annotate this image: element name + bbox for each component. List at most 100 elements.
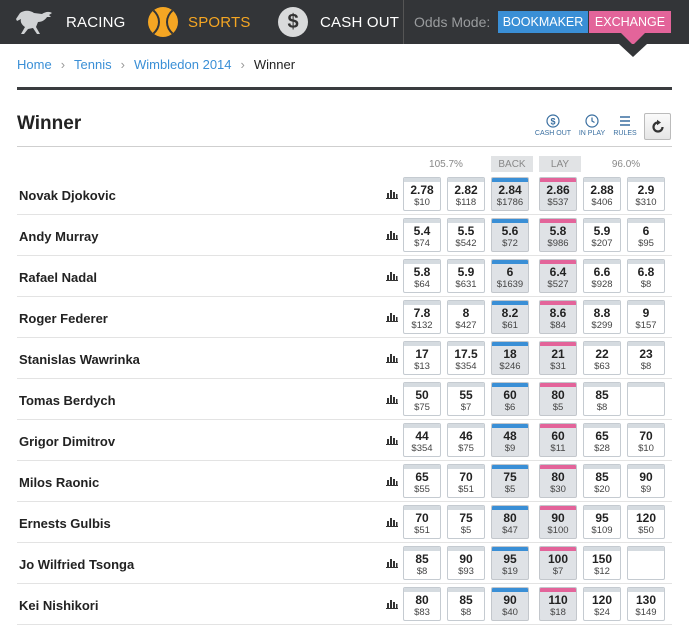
- runner-row: Stanislas Wawrinka 17 $13 17.5 $354 18 $246 21 $…: [17, 338, 672, 379]
- price-indicator-bar: [492, 219, 528, 223]
- best-lay-price-button[interactable]: 100 $7: [539, 546, 577, 580]
- best-lay-price-button[interactable]: 60 $11: [539, 423, 577, 457]
- breadcrumb-home[interactable]: Home: [17, 57, 52, 72]
- cashout-tool-button[interactable]: $ CASH OUT: [533, 114, 573, 137]
- lay-price-2-button[interactable]: 150 $12: [583, 546, 621, 580]
- lay-price-2-button[interactable]: 8.8 $299: [583, 300, 621, 334]
- nav-racing[interactable]: RACING: [14, 0, 126, 44]
- back-price-3-button[interactable]: 50 $75: [403, 382, 441, 416]
- odds-value: 6.8: [637, 265, 655, 279]
- price-indicator-bar: [584, 342, 620, 346]
- lay-price-3-button[interactable]: [627, 382, 665, 416]
- back-price-3-button[interactable]: 17 $13: [403, 341, 441, 375]
- back-price-3-button[interactable]: 44 $354: [403, 423, 441, 457]
- exchange-toggle-button[interactable]: EXCHANGE: [589, 11, 671, 33]
- odds-value: 5.5: [457, 224, 475, 238]
- price-chart-icon[interactable]: [386, 476, 398, 486]
- back-price-3-button[interactable]: 85 $8: [403, 546, 441, 580]
- price-chart-icon[interactable]: [386, 435, 398, 445]
- breadcrumb-tennis[interactable]: Tennis: [74, 57, 112, 72]
- rules-tool-button[interactable]: RULES: [610, 114, 640, 137]
- price-chart-icon[interactable]: [386, 599, 398, 609]
- lay-price-2-button[interactable]: 22 $63: [583, 341, 621, 375]
- inplay-tool-button[interactable]: IN PLAY: [576, 114, 608, 137]
- lay-price-3-button[interactable]: 120 $50: [627, 505, 665, 539]
- price-chart-icon[interactable]: [386, 558, 398, 568]
- available-amount: $354: [455, 361, 477, 372]
- best-back-price-button[interactable]: 8.2 $61: [491, 300, 529, 334]
- best-lay-price-button[interactable]: 90 $100: [539, 505, 577, 539]
- best-lay-price-button[interactable]: 2.86 $537: [539, 177, 577, 211]
- best-lay-price-button[interactable]: 8.6 $84: [539, 300, 577, 334]
- lay-price-3-button[interactable]: 9 $157: [627, 300, 665, 334]
- lay-price-3-button[interactable]: 23 $8: [627, 341, 665, 375]
- bookmaker-toggle-button[interactable]: BOOKMAKER: [498, 11, 588, 33]
- back-price-2-button[interactable]: 75 $5: [447, 505, 485, 539]
- nav-sports[interactable]: SPORTS: [148, 0, 251, 44]
- best-back-price-button[interactable]: 95 $19: [491, 546, 529, 580]
- best-back-price-button[interactable]: 75 $5: [491, 464, 529, 498]
- odds-value: 80: [415, 593, 429, 607]
- best-lay-price-button[interactable]: 110 $18: [539, 587, 577, 621]
- back-price-2-button[interactable]: 55 $7: [447, 382, 485, 416]
- best-back-price-button[interactable]: 5.6 $72: [491, 218, 529, 252]
- lay-price-2-button[interactable]: 85 $8: [583, 382, 621, 416]
- best-lay-price-button[interactable]: 80 $5: [539, 382, 577, 416]
- best-back-price-button[interactable]: 60 $6: [491, 382, 529, 416]
- available-amount: $5: [460, 525, 472, 536]
- price-chart-icon[interactable]: [386, 189, 398, 199]
- price-indicator-bar: [404, 301, 440, 305]
- price-chart-icon[interactable]: [386, 353, 398, 363]
- price-chart-icon[interactable]: [386, 394, 398, 404]
- price-indicator-bar: [584, 547, 620, 551]
- back-price-2-button[interactable]: 17.5 $354: [447, 341, 485, 375]
- best-back-price-button[interactable]: 48 $9: [491, 423, 529, 457]
- lay-price-3-button[interactable]: 2.9 $310: [627, 177, 665, 211]
- back-price-2-button[interactable]: 46 $75: [447, 423, 485, 457]
- price-chart-icon[interactable]: [386, 230, 398, 240]
- back-price-2-button[interactable]: 8 $427: [447, 300, 485, 334]
- best-lay-price-button[interactable]: 5.8 $986: [539, 218, 577, 252]
- price-indicator-bar: [540, 342, 576, 346]
- price-chart-icon[interactable]: [386, 312, 398, 322]
- lay-price-3-button[interactable]: 90 $9: [627, 464, 665, 498]
- lay-price-2-button[interactable]: 95 $109: [583, 505, 621, 539]
- back-price-3-button[interactable]: 70 $51: [403, 505, 441, 539]
- lay-price-2-button[interactable]: 65 $28: [583, 423, 621, 457]
- back-price-2-button[interactable]: 70 $51: [447, 464, 485, 498]
- back-price-2-button[interactable]: 5.9 $631: [447, 259, 485, 293]
- lay-price-2-button[interactable]: 2.88 $406: [583, 177, 621, 211]
- best-back-price-button[interactable]: 90 $40: [491, 587, 529, 621]
- price-chart-icon[interactable]: [386, 517, 398, 527]
- lay-price-3-button[interactable]: 130 $149: [627, 587, 665, 621]
- back-price-2-button[interactable]: 90 $93: [447, 546, 485, 580]
- best-back-price-button[interactable]: 80 $47: [491, 505, 529, 539]
- best-back-price-button[interactable]: 18 $246: [491, 341, 529, 375]
- back-price-3-button[interactable]: 65 $55: [403, 464, 441, 498]
- breadcrumb-wimbledon[interactable]: Wimbledon 2014: [134, 57, 232, 72]
- back-price-2-button[interactable]: 85 $8: [447, 587, 485, 621]
- lay-price-2-button[interactable]: 5.9 $207: [583, 218, 621, 252]
- refresh-button[interactable]: [644, 113, 671, 140]
- back-price-3-button[interactable]: 80 $83: [403, 587, 441, 621]
- nav-cashout[interactable]: $ CASH OUT: [278, 0, 399, 44]
- lay-price-3-button[interactable]: 6 $95: [627, 218, 665, 252]
- lay-price-3-button[interactable]: 6.8 $8: [627, 259, 665, 293]
- lay-price-2-button[interactable]: 6.6 $928: [583, 259, 621, 293]
- lay-price-3-button[interactable]: 70 $10: [627, 423, 665, 457]
- lay-price-2-button[interactable]: 120 $24: [583, 587, 621, 621]
- best-lay-price-button[interactable]: 21 $31: [539, 341, 577, 375]
- back-price-3-button[interactable]: 7.8 $132: [403, 300, 441, 334]
- lay-price-2-button[interactable]: 85 $20: [583, 464, 621, 498]
- best-back-price-button[interactable]: 6 $1639: [491, 259, 529, 293]
- back-price-2-button[interactable]: 5.5 $542: [447, 218, 485, 252]
- back-price-3-button[interactable]: 5.8 $64: [403, 259, 441, 293]
- back-price-2-button[interactable]: 2.82 $118: [447, 177, 485, 211]
- price-chart-icon[interactable]: [386, 271, 398, 281]
- best-lay-price-button[interactable]: 80 $30: [539, 464, 577, 498]
- best-lay-price-button[interactable]: 6.4 $527: [539, 259, 577, 293]
- lay-price-3-button[interactable]: [627, 546, 665, 580]
- back-price-3-button[interactable]: 2.78 $10: [403, 177, 441, 211]
- back-price-3-button[interactable]: 5.4 $74: [403, 218, 441, 252]
- best-back-price-button[interactable]: 2.84 $1786: [491, 177, 529, 211]
